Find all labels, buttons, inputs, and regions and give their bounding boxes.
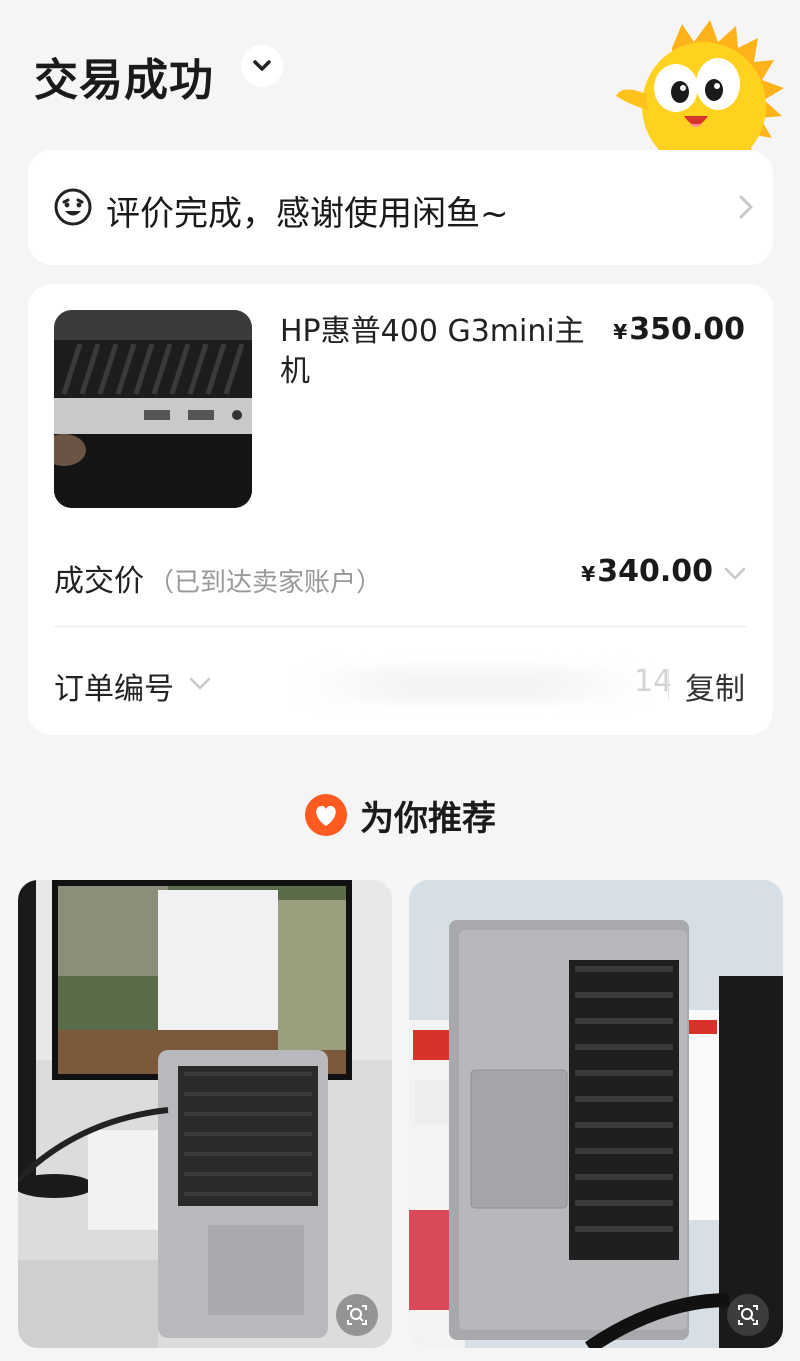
item-price-value: 350.00 [629,312,745,347]
mini-pc-photo-icon [54,310,252,508]
chevron-down-icon[interactable] [723,566,747,582]
product-thumbnail[interactable] [54,310,252,508]
zoom-search-icon [738,1305,758,1325]
order-number-label[interactable]: 订单编号 [54,664,174,708]
item-price: ¥350.00 [613,312,745,347]
macbook-pro-keyboard-photo-icon [409,880,783,1348]
order-card: HP惠普400 G3mini主机 ¥350.00 成交价 （已到达卖家账户） ¥3… [28,284,773,735]
zoom-search-button[interactable] [727,1294,769,1336]
zoom-search-button[interactable] [336,1294,378,1336]
deal-price-label: 成交价 （已到达卖家账户） [54,556,382,600]
currency-symbol: ¥ [581,562,596,586]
divider [668,668,669,700]
xianyu-fish-mascot-icon [616,20,784,158]
page-header: 交易成功 [0,0,800,158]
page-title: 交易成功 [34,55,214,106]
copy-button[interactable]: 复制 [685,664,745,708]
chevron-right-icon [739,195,753,219]
divider [54,626,747,627]
zoom-search-icon [347,1305,367,1325]
review-complete-banner[interactable]: 评价完成，感谢使用闲鱼~ [28,150,773,265]
order-number-tail: 14 [634,664,673,699]
deal-price-value: 340.00 [597,554,713,589]
heart-icon [305,794,347,836]
status-dropdown-button[interactable] [241,45,283,87]
macbook-air-photo-icon [18,880,392,1348]
deal-price[interactable]: ¥340.00 [581,554,713,589]
deal-note: （已到达卖家账户） [148,568,383,598]
chevron-down-icon[interactable] [188,676,212,692]
recommend-title: 为你推荐 [360,798,496,839]
order-number-masked [298,668,648,702]
smiley-face-icon [54,188,92,226]
deal-label-text: 成交价 [54,564,144,599]
chevron-down-icon [253,60,271,71]
product-title[interactable]: HP惠普400 G3mini主机 [280,312,590,392]
recommend-header: 为你推荐 [0,790,800,840]
review-message: 评价完成，感谢使用闲鱼~ [106,194,509,234]
recommend-item[interactable] [18,880,392,1348]
currency-symbol: ¥ [613,320,628,344]
recommend-item[interactable] [409,880,783,1348]
